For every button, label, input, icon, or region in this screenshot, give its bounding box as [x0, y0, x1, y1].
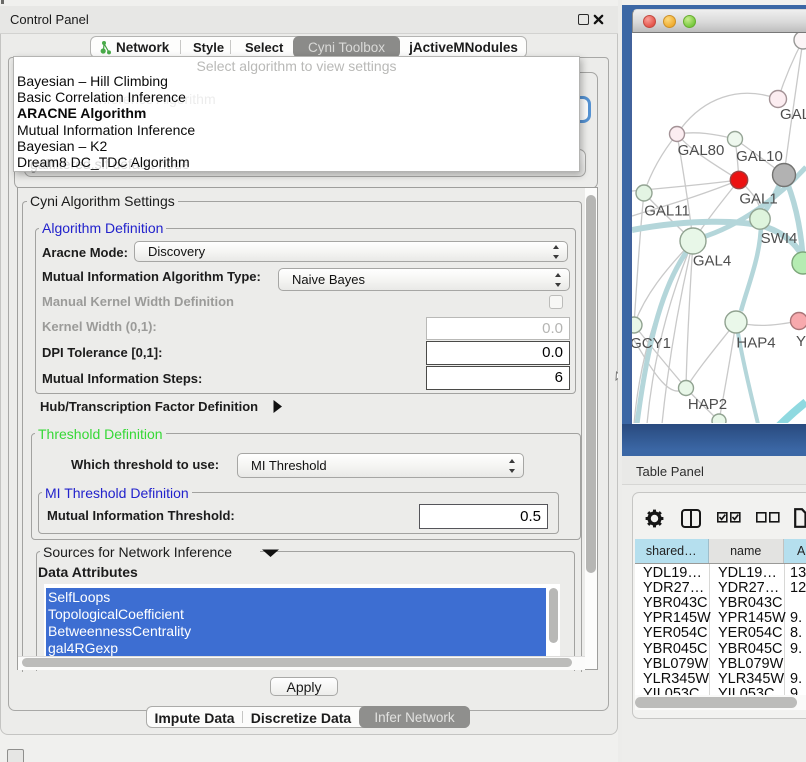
- svg-text:GCY1: GCY1: [632, 335, 671, 352]
- svg-text:GAL80: GAL80: [678, 142, 725, 159]
- svg-text:GAL10: GAL10: [736, 148, 783, 165]
- svg-text:HAP2: HAP2: [688, 396, 727, 413]
- svg-text:HAP4: HAP4: [736, 335, 775, 352]
- svg-text:Y: Y: [796, 333, 806, 350]
- svg-text:SWI4: SWI4: [761, 230, 798, 247]
- svg-text:GAL11: GAL11: [644, 203, 690, 220]
- svg-text:GAL: GAL: [780, 106, 806, 123]
- svg-text:GAL1: GAL1: [739, 191, 777, 208]
- svg-text:GAL4: GAL4: [693, 253, 731, 270]
